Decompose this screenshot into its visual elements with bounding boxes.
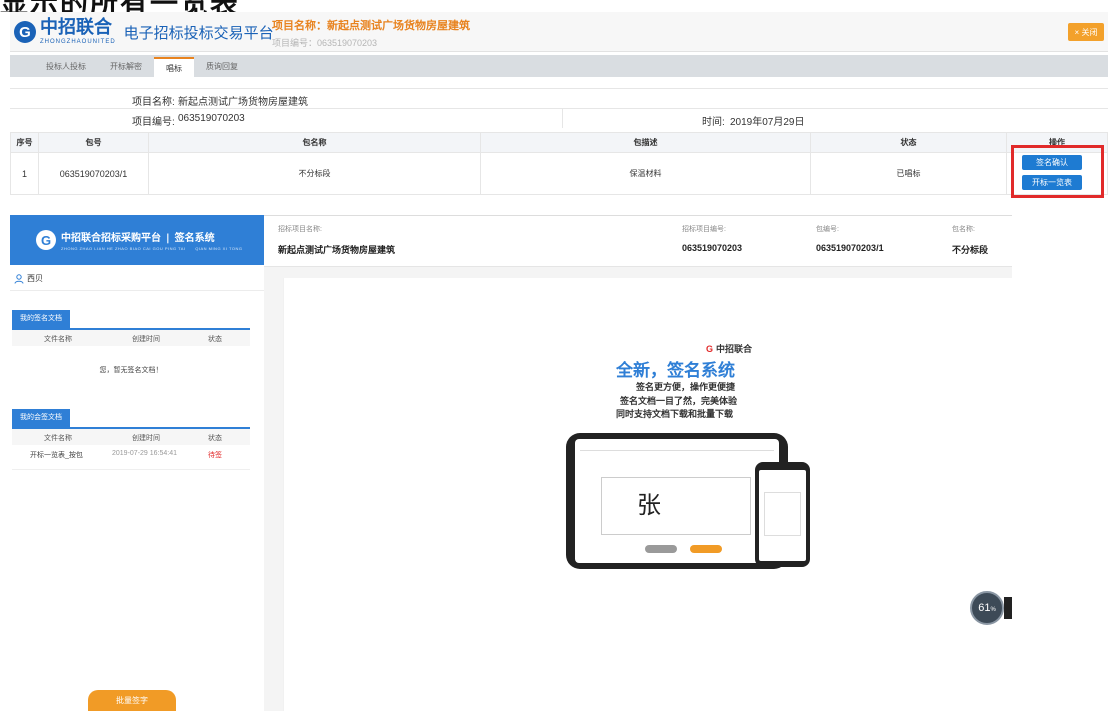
ad-line: 签名更方便，操作更便捷: [636, 383, 736, 393]
signing-subtitle: ZHONG ZHAO LIAN HE ZHAO BIAO CAI GOU PIN…: [61, 246, 242, 251]
project-name-label: 项目名称:: [132, 97, 175, 108]
zoom-handle[interactable]: [1004, 597, 1012, 619]
page-caption: 显示的所有一览表: [0, 0, 240, 12]
ad-headline: 全新，签名系统: [616, 361, 735, 381]
project-heading: 项目名称：新起点测试广场货物房屋建筑 项目编号：063519070203: [272, 17, 470, 49]
time-label: 时间:: [702, 117, 725, 128]
tablet-toolbar: [580, 443, 774, 451]
project-title: 项目名称：新起点测试广场货物房屋建筑: [272, 20, 470, 32]
tablet-clear-button: [645, 545, 677, 553]
platform-name: 电子招标投标交易平台: [123, 23, 274, 42]
app-header: G 中招联合 ZHONGZHAOUNITED 电子招标投标交易平台 项目名称：新…: [10, 12, 1108, 52]
col-package-name: 包名称: [148, 132, 481, 153]
ad-line: 签名文档一目了然，完美体验: [620, 397, 738, 407]
user-name: 西贝: [27, 274, 43, 283]
row-package-name: 不分标段: [148, 152, 481, 195]
tab-inquiry-reply[interactable]: 质询回复: [194, 57, 250, 77]
package-table: 序号 包号 包名称 包描述 状态 操作 1 063519070203/1 不分标…: [10, 132, 1108, 195]
doc-status: 待签: [208, 452, 222, 459]
row-status: 已唱标: [810, 152, 1007, 195]
signing-platform-pinyin: ZHONG ZHAO LIAN HE ZHAO BIAO CAI GOU PIN…: [61, 246, 186, 251]
row-index: 1: [10, 152, 39, 195]
info-row-code: 项目编号: 063519070203 时间: 2019年07月29日: [10, 108, 1108, 128]
ad-brand: G 中招联合: [706, 343, 753, 355]
time-value: 2019年07月29日: [730, 117, 805, 128]
row-description: 保温材料: [480, 152, 811, 195]
info-package-no: 包编号: 063519070203/1: [816, 226, 884, 253]
signing-title: 中招联合招标采购平台 | 签名系统: [61, 229, 242, 244]
divider: [10, 290, 264, 291]
my-cosign-docs-tab[interactable]: 我的会签文档: [12, 409, 70, 427]
info-project-code: 招标项目编号: 063519070203: [682, 226, 743, 253]
signing-system-name: 签名系统: [174, 233, 215, 244]
zoom-indicator[interactable]: 61%: [970, 591, 1004, 625]
col-status: 状态: [810, 132, 1007, 153]
logo-english: ZHONGZHAOUNITED: [40, 39, 116, 45]
signed-docs-header: 文件名称 创建时间 状态: [12, 328, 250, 346]
signing-platform-name: 中招联合招标采购平台: [61, 233, 161, 244]
doc-time: 2019-07-29 16:54:41: [112, 450, 177, 457]
logo-g-icon: G: [14, 21, 36, 43]
cosign-docs-header: 文件名称 创建时间 状态: [12, 427, 250, 445]
project-code: 项目编号：063519070203: [272, 38, 378, 48]
project-name-value: 新起点测试广场货物房屋建筑: [178, 97, 308, 108]
info-package-name: 包名称: 不分标段: [952, 226, 989, 255]
sign-confirm-button[interactable]: 签名确认: [1022, 155, 1082, 170]
user-icon: [14, 273, 24, 284]
signing-system-pinyin: QIAN MING XI TONG: [195, 246, 243, 251]
phone-illustration: [755, 462, 810, 567]
signing-system-header: G 中招联合招标采购平台 | 签名系统 ZHONG ZHAO LIAN HE ZHA…: [10, 215, 264, 265]
brand-logo: G 中招联合 ZHONGZHAOUNITED 电子招标投标交易平台: [14, 16, 274, 48]
empty-docs-message: 您，暂无签名文档！: [99, 367, 163, 374]
project-code-label: 项目编号:: [132, 117, 175, 128]
phone-document: [764, 492, 801, 536]
info-row-name: 项目名称: 新起点测试广场货物房屋建筑: [10, 88, 1108, 108]
list-item[interactable]: 开标一览表_按包 2019-07-29 16:54:41 待签: [12, 446, 250, 470]
col-package-no: 包号: [38, 132, 149, 153]
title-divider: |: [166, 233, 170, 244]
tab-bar: 投标人投标 开标解密 唱标 质询回复: [10, 55, 1108, 77]
tab-bidder-bid[interactable]: 投标人投标: [34, 57, 98, 77]
col-description: 包描述: [480, 132, 811, 153]
row-package-no: 063519070203/1: [38, 152, 149, 195]
brand-g-icon: G: [706, 343, 714, 354]
table-row: 1 063519070203/1 不分标段 保温材料 已唱标: [10, 152, 1108, 195]
signing-logo-icon: G: [36, 230, 56, 250]
my-signed-docs-tab[interactable]: 我的签名文档: [12, 310, 70, 328]
col-index: 序号: [10, 132, 39, 153]
batch-sign-button[interactable]: 批量签字: [88, 690, 176, 711]
current-user[interactable]: 西贝: [14, 273, 43, 284]
signing-info-bar: 招标项目名称: 新起点测试广场货物房屋建筑 招标项目编号: 0635190702…: [264, 215, 1012, 267]
project-info: 项目名称: 新起点测试广场货物房屋建筑 项目编号: 063519070203 时…: [10, 88, 1108, 128]
info-project-name: 招标项目名称: 新起点测试广场货物房屋建筑: [278, 226, 396, 255]
highlight-box: [1011, 145, 1104, 198]
project-code-value: 063519070203: [178, 113, 245, 124]
tablet-confirm-button: [690, 545, 722, 553]
logo-name: 中招联合: [40, 17, 112, 38]
close-button[interactable]: × 关闭: [1068, 23, 1104, 41]
open-bid-list-button[interactable]: 开标一览表: [1022, 175, 1082, 190]
signature-char: 张: [637, 491, 661, 519]
ad-line: 同时支持文档下载和批量下载: [616, 410, 734, 420]
tab-bid-decrypt[interactable]: 开标解密: [98, 57, 154, 77]
tab-bid-reading[interactable]: 唱标: [154, 57, 194, 77]
doc-name: 开标一览表_按包: [30, 452, 83, 459]
signature-pad: [601, 477, 751, 535]
table-header-row: 序号 包号 包名称 包描述 状态 操作: [10, 132, 1108, 153]
